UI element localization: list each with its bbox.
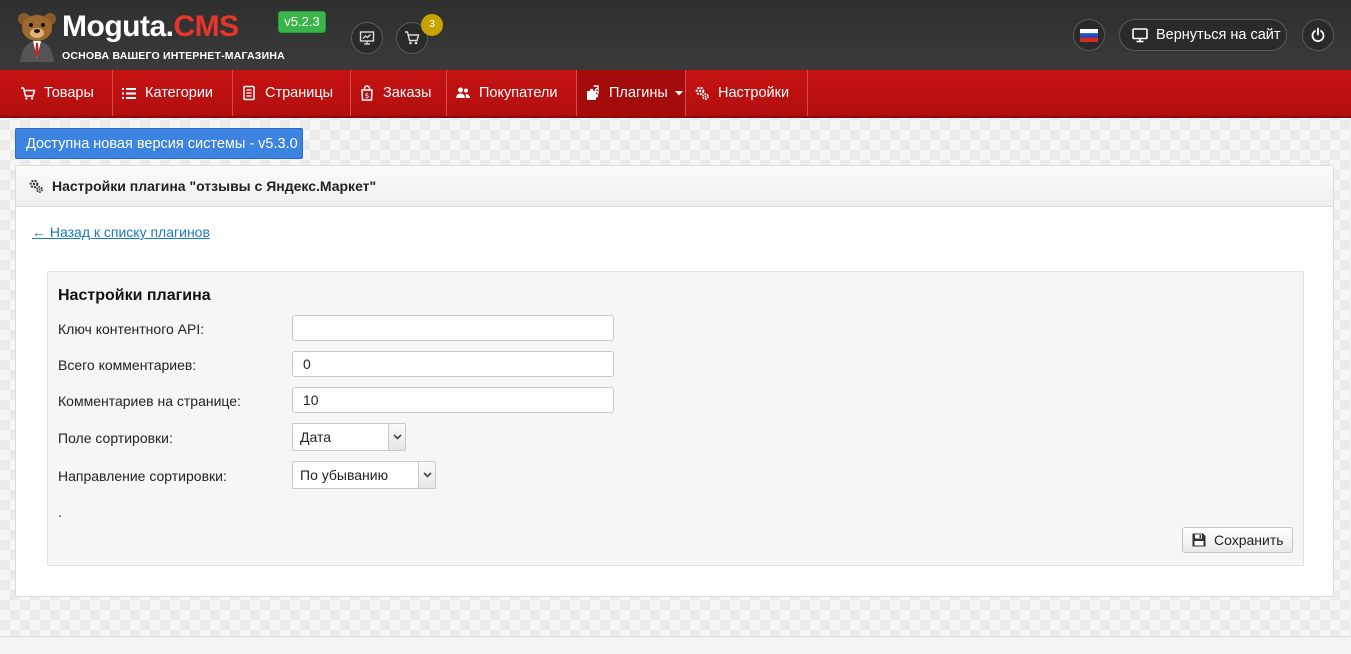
gears-icon bbox=[695, 86, 709, 100]
dashboard-button[interactable] bbox=[351, 22, 383, 54]
save-button-label: Сохранить bbox=[1214, 532, 1284, 548]
nav-item-label: Категории bbox=[145, 85, 214, 101]
comments-per-page-label: Комментариев на странице: bbox=[58, 393, 241, 409]
footer-strip bbox=[0, 636, 1351, 654]
nav-item-label: Покупатели bbox=[479, 85, 558, 101]
list-icon bbox=[122, 87, 136, 99]
sort-field-select[interactable]: Дата bbox=[292, 423, 406, 451]
russian-flag-icon bbox=[1080, 28, 1098, 42]
presentation-icon bbox=[359, 31, 375, 45]
pages-icon bbox=[243, 85, 255, 101]
logo-title: Moguta.CMS bbox=[62, 10, 239, 43]
users-icon bbox=[456, 87, 470, 98]
back-to-plugins-link[interactable]: ← Назад к списку плагинов bbox=[32, 224, 210, 240]
nav-item-categories[interactable]: Категории bbox=[113, 70, 233, 116]
logout-button[interactable] bbox=[1302, 19, 1334, 51]
trailing-dot: . bbox=[58, 504, 62, 520]
dropdown-arrow[interactable] bbox=[418, 462, 435, 488]
sort-field-label: Поле сортировки: bbox=[58, 430, 173, 446]
sort-field-value: Дата bbox=[300, 429, 332, 445]
plugin-settings-panel: Настройки плагина "отзывы с Яндекс.Марке… bbox=[15, 165, 1334, 597]
shopping-bag-icon: $ bbox=[361, 85, 373, 101]
new-version-notice[interactable]: Доступна новая версия системы - v5.3.0 bbox=[15, 128, 303, 159]
dropdown-arrow[interactable] bbox=[388, 424, 405, 450]
monitor-icon bbox=[1132, 27, 1148, 42]
save-button[interactable]: Сохранить bbox=[1182, 527, 1293, 553]
top-bar: Moguta.CMS ОСНОВА ВАШЕГО ИНТЕРНЕТ-МАГАЗИ… bbox=[0, 0, 1351, 70]
settings-form: Настройки плагина Ключ контентного API: … bbox=[47, 271, 1304, 566]
version-badge: v5.2.3 bbox=[278, 11, 326, 33]
nav-item-label: Товары bbox=[44, 85, 94, 101]
nav-item-label: Страницы bbox=[265, 85, 334, 101]
puzzle-icon bbox=[587, 85, 599, 100]
api-key-label: Ключ контентного API: bbox=[58, 321, 205, 337]
panel-header: Настройки плагина "отзывы с Яндекс.Марке… bbox=[16, 166, 1333, 207]
logo[interactable]: Moguta.CMS ОСНОВА ВАШЕГО ИНТЕРНЕТ-МАГАЗИ… bbox=[14, 10, 314, 66]
cart-count-badge: 3 bbox=[421, 14, 443, 36]
nav-item-label: Плагины bbox=[609, 85, 668, 101]
nav-item-plugins[interactable]: Плагины bbox=[577, 70, 686, 116]
svg-text:$: $ bbox=[365, 92, 369, 100]
comments-per-page-input[interactable] bbox=[292, 387, 614, 413]
chevron-down-icon bbox=[422, 472, 432, 478]
return-to-site-label: Вернуться на сайт bbox=[1156, 27, 1281, 43]
panel-title: Настройки плагина "отзывы с Яндекс.Марке… bbox=[52, 178, 377, 194]
nav-item-orders[interactable]: $ Заказы bbox=[351, 70, 447, 116]
return-to-site-button[interactable]: Вернуться на сайт bbox=[1119, 19, 1287, 51]
bear-mascot-icon bbox=[18, 13, 56, 62]
chevron-down-icon bbox=[392, 434, 402, 440]
language-button[interactable] bbox=[1073, 19, 1105, 51]
floppy-disk-icon bbox=[1192, 533, 1206, 547]
nav-item-settings[interactable]: Настройки bbox=[686, 70, 808, 116]
cart-icon bbox=[405, 31, 420, 45]
cart-icon bbox=[21, 86, 36, 100]
api-key-input[interactable] bbox=[292, 315, 614, 341]
caret-down-icon bbox=[674, 91, 683, 96]
total-comments-input[interactable] bbox=[292, 351, 614, 377]
nav-item-label: Заказы bbox=[383, 85, 432, 101]
nav-item-customers[interactable]: Покупатели bbox=[447, 70, 577, 116]
sort-direction-select[interactable]: По убыванию bbox=[292, 461, 436, 489]
nav-item-products[interactable]: Товары bbox=[0, 70, 113, 116]
logo-subtitle: ОСНОВА ВАШЕГО ИНТЕРНЕТ-МАГАЗИНА bbox=[62, 50, 285, 62]
settings-title: Настройки плагина bbox=[58, 287, 211, 304]
total-comments-label: Всего комментариев: bbox=[58, 357, 197, 373]
gears-icon bbox=[29, 179, 43, 193]
nav-item-pages[interactable]: Страницы bbox=[233, 70, 351, 116]
sort-direction-value: По убыванию bbox=[300, 467, 389, 483]
power-icon bbox=[1311, 27, 1325, 42]
nav-item-label: Настройки bbox=[718, 85, 790, 101]
main-navigation: Товары Категории Страницы $ Заказы Покуп… bbox=[0, 70, 1351, 118]
sort-direction-label: Направление сортировки: bbox=[58, 468, 227, 484]
